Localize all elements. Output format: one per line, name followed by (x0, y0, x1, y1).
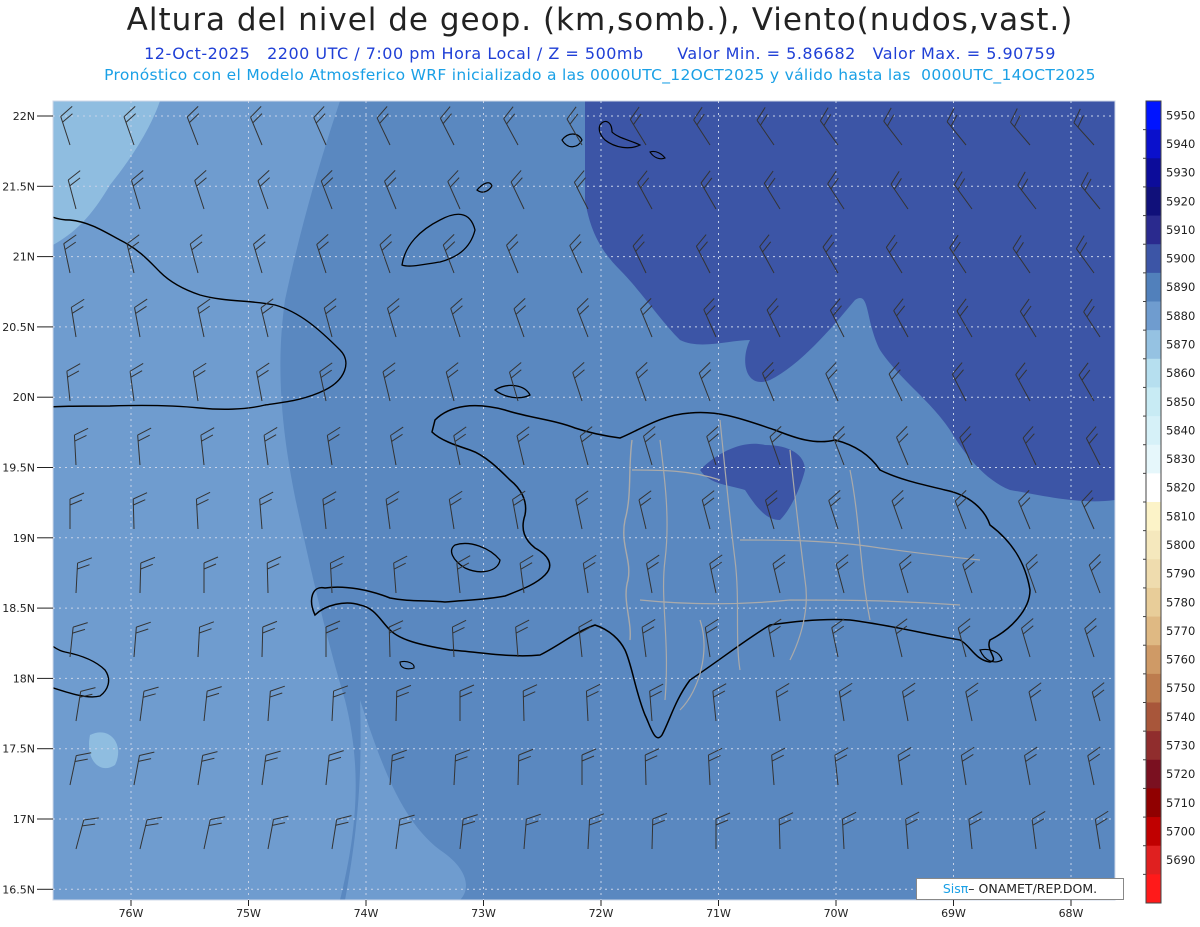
lon-label: 70W (824, 907, 849, 920)
forecast-map: 22N 21.5N 21N 20.5N 20N 19.5N 19N 18.5N 18N 17.5N… (2, 100, 1195, 920)
latitude-labels: 22N 21.5N 21N 20.5N 20N 19.5N 19N 18.5N 18N 17.5N… (2, 110, 53, 896)
colorbar-label: 5710 (1166, 796, 1195, 810)
colorbar-label: 5830 (1166, 452, 1195, 466)
colorbar-cell (1146, 559, 1161, 589)
colorbar-cell (1146, 530, 1161, 560)
colorbar-label: 5890 (1166, 280, 1195, 294)
colorbar-label: 5800 (1166, 538, 1195, 552)
colorbar-label: 5920 (1166, 194, 1195, 208)
lon-label: 71W (706, 907, 731, 920)
colorbar-label: 5810 (1166, 509, 1195, 523)
colorbar-label: 5850 (1166, 395, 1195, 409)
lat-label: 21N (13, 251, 35, 264)
credit-brand: Sis (942, 881, 961, 896)
lat-label: 18N (13, 672, 35, 685)
colorbar-cell (1146, 788, 1161, 818)
colorbar-label: 5740 (1166, 710, 1195, 724)
colorbar-label: 5760 (1166, 653, 1195, 667)
colorbar-label: 5750 (1166, 681, 1195, 695)
colorbar-label: 5940 (1166, 137, 1195, 151)
colorbar-label: 5840 (1166, 423, 1195, 437)
colorbar-label: 5870 (1166, 337, 1195, 351)
colorbar-label: 5700 (1166, 824, 1195, 838)
lat-label: 17N (13, 813, 35, 826)
colorbar-cell (1146, 673, 1161, 703)
lat-label: 18.5N (2, 602, 35, 615)
colorbar-label: 5730 (1166, 738, 1195, 752)
colorbar-cell (1146, 330, 1161, 360)
colorbar-cell (1146, 845, 1161, 875)
colorbar-label: 5790 (1166, 567, 1195, 581)
colorbar-label: 5780 (1166, 595, 1195, 609)
longitude-labels: 76W 75W 74W 73W 72W 71W 70W 69W 68W (119, 900, 1084, 920)
credit-badge: Sisπ– ONAMET/REP.DOM. (916, 878, 1124, 900)
colorbar-cell (1146, 444, 1161, 474)
colorbar-label: 5910 (1166, 223, 1195, 237)
colorbar-label: 5950 (1166, 108, 1195, 122)
colorbar-cell (1146, 101, 1161, 131)
colorbar-cell (1146, 272, 1161, 302)
lat-label: 20N (13, 391, 35, 404)
colorbar: 5950 5940 5930 5920 5910 5900 5890 5880 5870 5860… (1143, 100, 1195, 904)
lon-label: 72W (589, 907, 614, 920)
colorbar-cell (1146, 759, 1161, 789)
colorbar-cell (1146, 301, 1161, 331)
lon-label: 75W (236, 907, 261, 920)
lon-label: 74W (354, 907, 379, 920)
colorbar-cell (1146, 158, 1161, 188)
lat-label: 21.5N (2, 180, 35, 193)
colorbar-label: 5690 (1166, 853, 1195, 867)
colorbar-cell (1146, 587, 1161, 618)
lat-label: 16.5N (2, 883, 35, 896)
colorbar-cell (1146, 702, 1161, 732)
colorbar-cell (1146, 244, 1161, 274)
credit-text: – ONAMET/REP.DOM. (968, 881, 1098, 896)
lat-label: 20.5N (2, 321, 35, 334)
lon-label: 73W (471, 907, 496, 920)
colorbar-cell (1146, 817, 1161, 847)
colorbar-cell (1146, 416, 1161, 446)
colorbar-cell (1146, 473, 1161, 503)
colorbar-cell (1146, 358, 1161, 388)
lon-label: 68W (1059, 907, 1084, 920)
colorbar-label: 5930 (1166, 166, 1195, 180)
lon-label: 76W (119, 907, 144, 920)
colorbar-label: 5860 (1166, 366, 1195, 380)
colorbar-label: 5820 (1166, 481, 1195, 495)
lat-label: 19N (13, 532, 35, 545)
colorbar-cell (1146, 874, 1161, 904)
colorbar-label: 5880 (1166, 309, 1195, 323)
lat-label: 17.5N (2, 743, 35, 756)
colorbar-cell (1146, 129, 1161, 159)
lat-label: 22N (13, 110, 35, 123)
colorbar-cell (1146, 616, 1161, 646)
colorbar-cell (1146, 502, 1161, 532)
colorbar-cell (1146, 645, 1161, 675)
lon-label: 69W (941, 907, 966, 920)
colorbar-label: 5770 (1166, 624, 1195, 638)
colorbar-cell (1146, 215, 1161, 245)
lat-label: 19.5N (2, 462, 35, 475)
colorbar-label: 5900 (1166, 252, 1195, 266)
colorbar-label: 5720 (1166, 767, 1195, 781)
colorbar-cell (1146, 731, 1161, 761)
colorbar-cell (1146, 387, 1161, 417)
colorbar-cell (1146, 186, 1161, 217)
